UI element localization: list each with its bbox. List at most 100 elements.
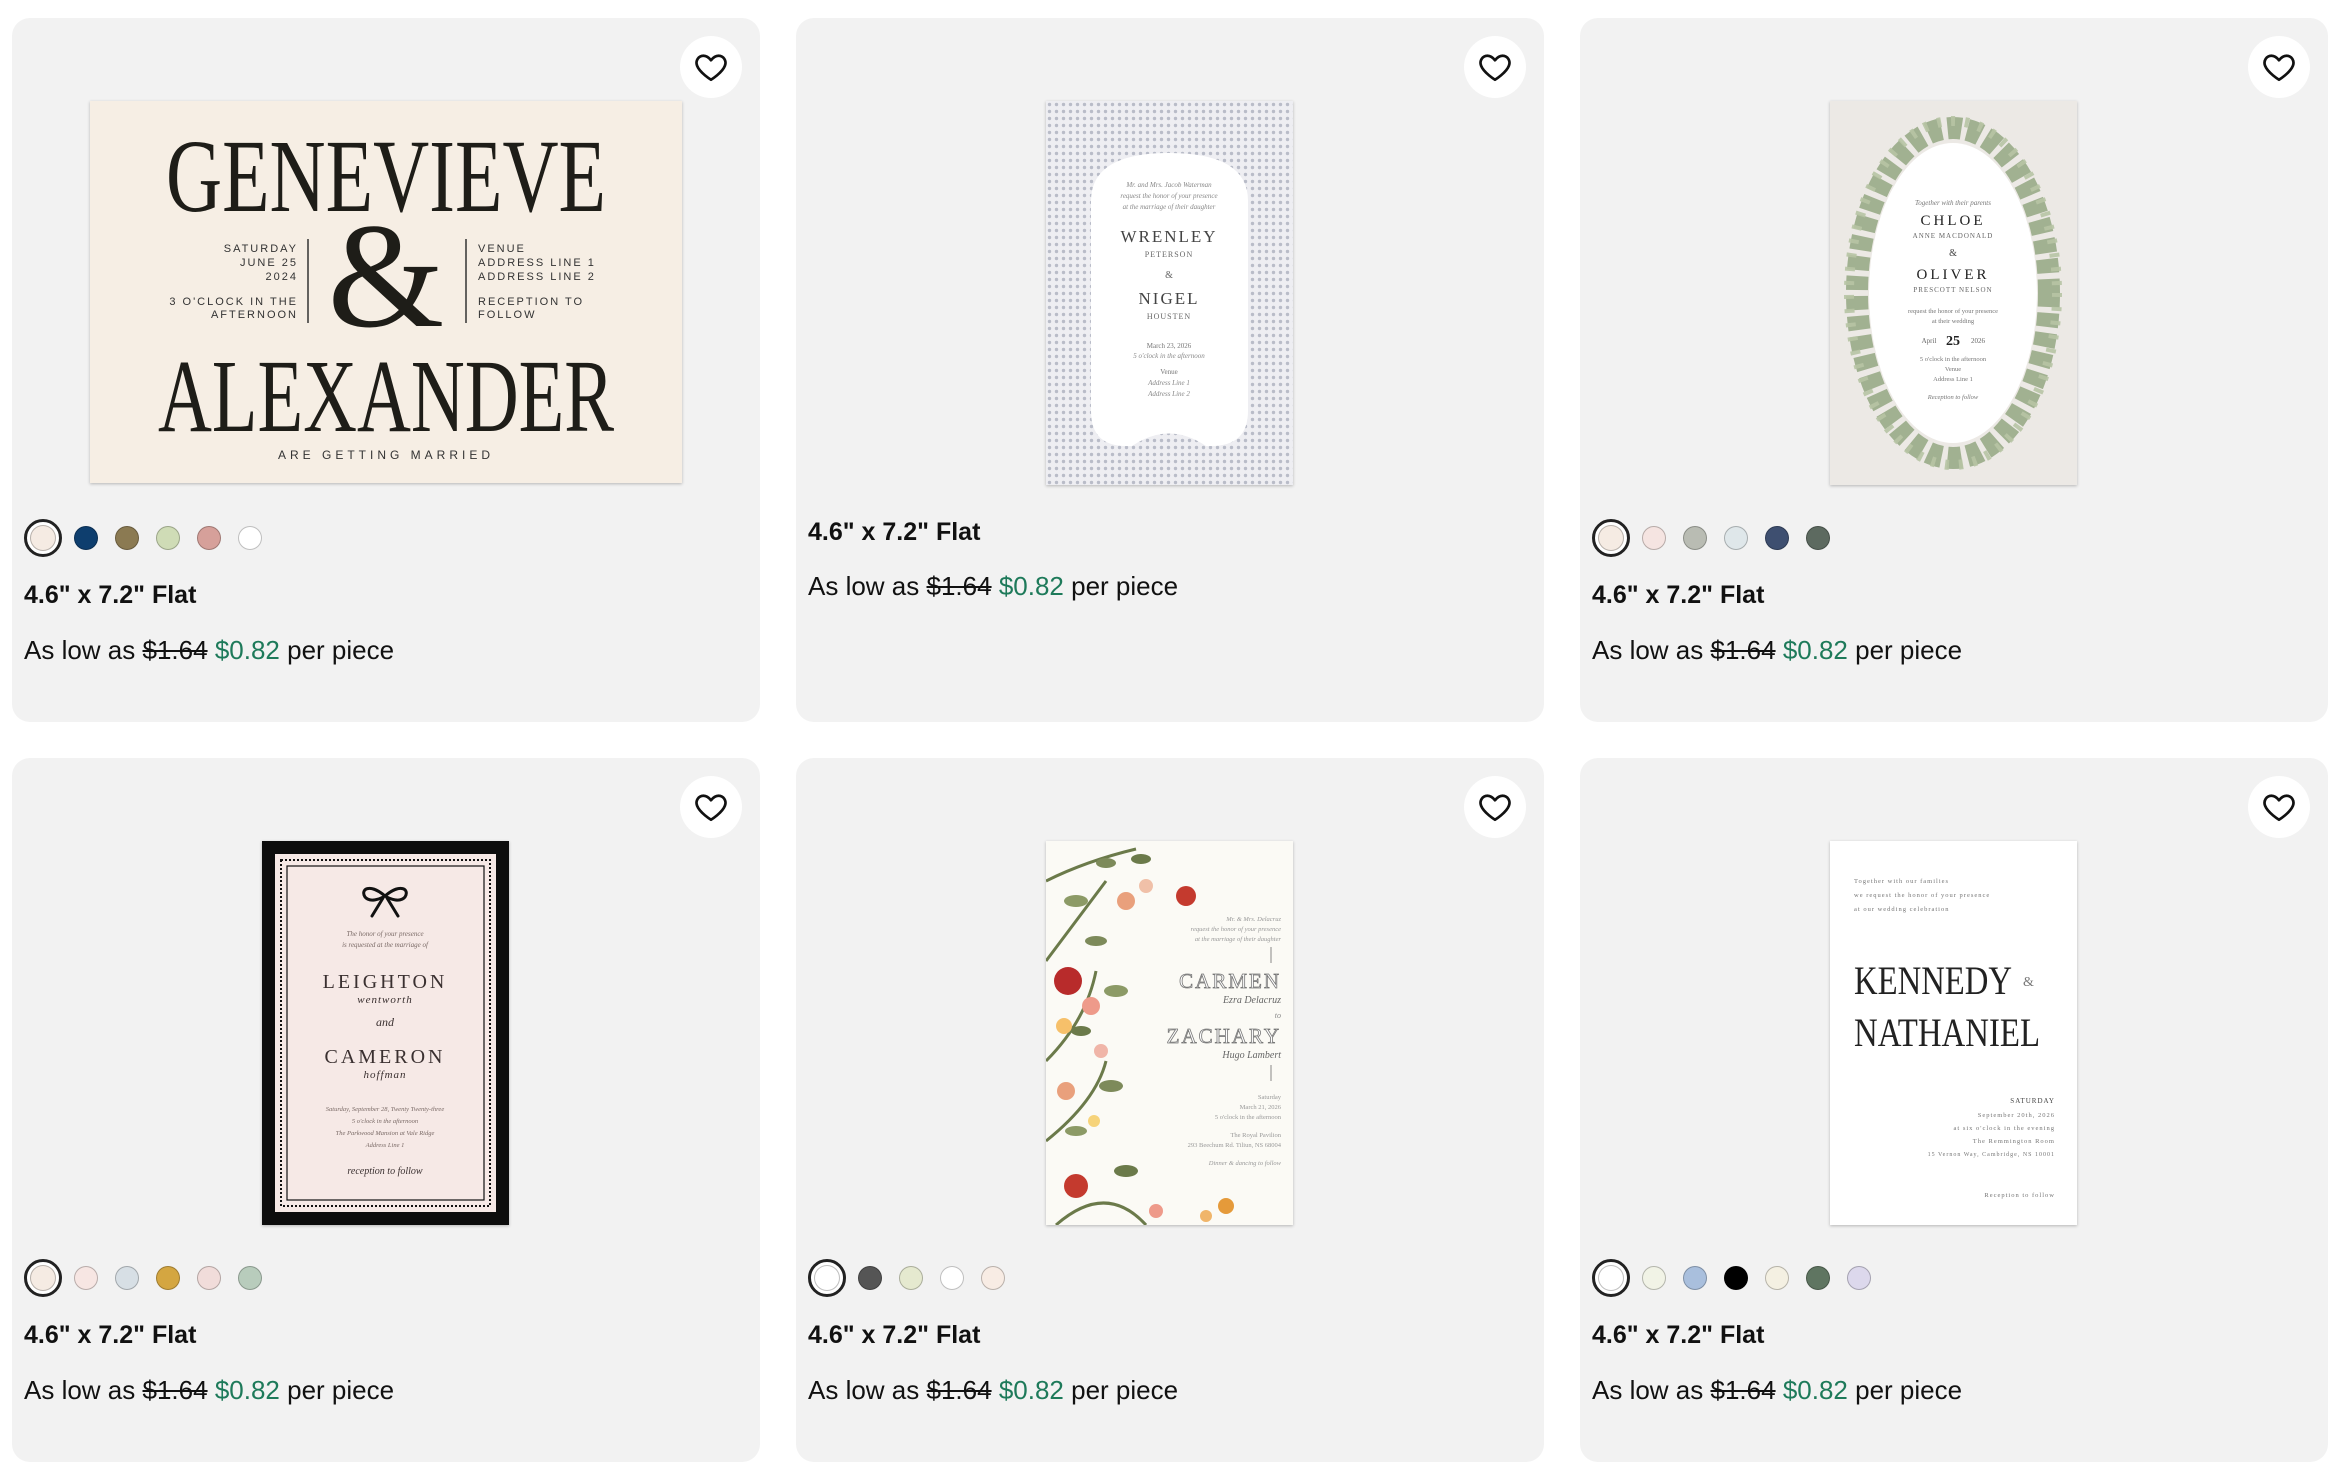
favorite-button[interactable] [2248, 776, 2310, 838]
price-prefix: As low as [808, 1375, 920, 1405]
price-suffix: per piece [1855, 1375, 1963, 1405]
product-image[interactable]: The honor of your presence is requested … [262, 841, 509, 1225]
color-swatch[interactable] [1683, 526, 1707, 550]
card-text: 25 [1946, 334, 1960, 349]
product-image[interactable]: Together with their parents CHLOE ANNE M… [1830, 101, 2077, 485]
card-text: SATURDAY [2010, 1097, 2055, 1105]
color-swatch[interactable] [115, 1266, 139, 1290]
color-swatch-selected[interactable] [24, 519, 62, 557]
card-name-1: WRENLEY [1120, 227, 1217, 246]
color-swatch[interactable] [981, 1266, 1005, 1290]
favorite-button[interactable] [1464, 776, 1526, 838]
product-image[interactable]: Mr. & Mrs. Delacruz request the honor of… [1046, 841, 1293, 1225]
card-text: ADDRESS LINE 1 [478, 257, 596, 269]
card-text: FOLLOW [478, 309, 536, 321]
heart-icon [1479, 54, 1511, 82]
product-image[interactable]: GENEVIEVE & SATURDAY JUNE 25 2024 3 O'CL… [90, 101, 682, 483]
color-swatch[interactable] [238, 526, 262, 550]
color-swatch-selected[interactable] [808, 1259, 846, 1297]
card-text: The Parkwood Mansion at Vale Ridge [336, 1130, 435, 1137]
card-text: Saturday, September 28, Twenty Twenty-th… [326, 1106, 445, 1113]
sale-price: $0.82 [1782, 1375, 1848, 1405]
original-price: $1.64 [926, 1375, 992, 1405]
card-text: Venue [1945, 366, 1961, 373]
card-text: The honor of your presence [346, 930, 423, 938]
card-name-2: NIGEL [1139, 289, 1200, 308]
color-swatch[interactable] [197, 1266, 221, 1290]
color-swatch[interactable] [156, 526, 180, 550]
card-text: Reception to follow [1927, 394, 1979, 401]
product-price: As low as $1.64 $0.82 per piece [24, 1375, 394, 1406]
product-image[interactable]: Together with our families we request th… [1830, 841, 2077, 1225]
color-swatch[interactable] [115, 526, 139, 550]
product-card[interactable]: Together with their parents CHLOE ANNE M… [1580, 18, 2328, 722]
color-swatch-selected[interactable] [1592, 519, 1630, 557]
color-swatches [24, 1256, 279, 1300]
product-card[interactable]: The honor of your presence is requested … [12, 758, 760, 1462]
card-ampersand: & [328, 193, 445, 359]
color-swatch[interactable] [1683, 1266, 1707, 1290]
color-swatch[interactable] [1806, 1266, 1830, 1290]
color-swatch[interactable] [1806, 526, 1830, 550]
heart-icon [2263, 794, 2295, 822]
color-swatch[interactable] [74, 526, 98, 550]
color-swatch[interactable] [197, 526, 221, 550]
card-name-1: CARMEN [1179, 969, 1281, 993]
card-name-2: ZACHARY [1167, 1024, 1281, 1048]
favorite-button[interactable] [1464, 36, 1526, 98]
product-image[interactable]: Mr. and Mrs. Jacob Waterman request the … [1046, 101, 1293, 485]
card-text: 293 Beechum Rd. Tiliun, NS 68004 [1188, 1142, 1282, 1149]
product-card[interactable]: Together with our families we request th… [1580, 758, 2328, 1462]
favorite-button[interactable] [680, 776, 742, 838]
product-size: 4.6" x 7.2" Flat [24, 1321, 197, 1349]
price-suffix: per piece [287, 1375, 395, 1405]
price-suffix: per piece [287, 635, 395, 665]
card-text: 5 o'clock in the afternoon [1133, 352, 1205, 360]
sale-price: $0.82 [214, 635, 280, 665]
color-swatch[interactable] [74, 1266, 98, 1290]
card-name-2: OLIVER [1917, 267, 1990, 283]
color-swatch[interactable] [899, 1266, 923, 1290]
color-swatch[interactable] [858, 1266, 882, 1290]
color-swatch[interactable] [1724, 1266, 1748, 1290]
product-price: As low as $1.64 $0.82 per piece [808, 571, 1178, 602]
card-text: VENUE [478, 243, 526, 255]
color-swatch[interactable] [1847, 1266, 1871, 1290]
favorite-button[interactable] [2248, 36, 2310, 98]
color-swatch[interactable] [1765, 1266, 1789, 1290]
color-swatch[interactable] [1765, 526, 1789, 550]
color-swatch[interactable] [1642, 526, 1666, 550]
card-text: RECEPTION TO [478, 296, 584, 308]
card-text: 2024 [266, 271, 298, 283]
color-swatch[interactable] [940, 1266, 964, 1290]
color-swatch-selected[interactable] [1592, 1259, 1630, 1297]
card-text: PETERSON [1145, 250, 1193, 259]
color-swatch[interactable] [238, 1266, 262, 1290]
card-text: The Royal Pavilion [1230, 1132, 1281, 1139]
card-text: March 21, 2026 [1240, 1104, 1282, 1111]
price-suffix: per piece [1071, 571, 1179, 601]
color-swatch[interactable] [156, 1266, 180, 1290]
color-swatch-selected[interactable] [24, 1259, 62, 1297]
product-card[interactable]: Mr. and Mrs. Jacob Waterman request the … [796, 18, 1544, 722]
card-name-1: LEIGHTON [323, 971, 448, 993]
color-swatches [1592, 516, 1847, 560]
favorite-button[interactable] [680, 36, 742, 98]
color-swatch[interactable] [1724, 526, 1748, 550]
price-suffix: per piece [1071, 1375, 1179, 1405]
color-swatches [1592, 1256, 1888, 1300]
heart-icon [695, 794, 727, 822]
card-text: AFTERNOON [211, 309, 298, 321]
card-text: & [1949, 248, 1957, 259]
card-text: PRESCOTT NELSON [1913, 286, 1992, 294]
card-text: at their wedding [1932, 318, 1975, 325]
product-card[interactable]: Mr. & Mrs. Delacruz request the honor of… [796, 758, 1544, 1462]
card-text: ARE GETTING MARRIED [278, 448, 494, 462]
product-price: As low as $1.64 $0.82 per piece [1592, 635, 1962, 666]
product-card[interactable]: GENEVIEVE & SATURDAY JUNE 25 2024 3 O'CL… [12, 18, 760, 722]
product-price: As low as $1.64 $0.82 per piece [808, 1375, 1178, 1406]
color-swatch[interactable] [1642, 1266, 1666, 1290]
product-size: 4.6" x 7.2" Flat [1592, 1321, 1765, 1349]
card-text: Mr. and Mrs. Jacob Waterman [1125, 181, 1212, 189]
card-text: at the marriage of their daughter [1123, 203, 1216, 211]
